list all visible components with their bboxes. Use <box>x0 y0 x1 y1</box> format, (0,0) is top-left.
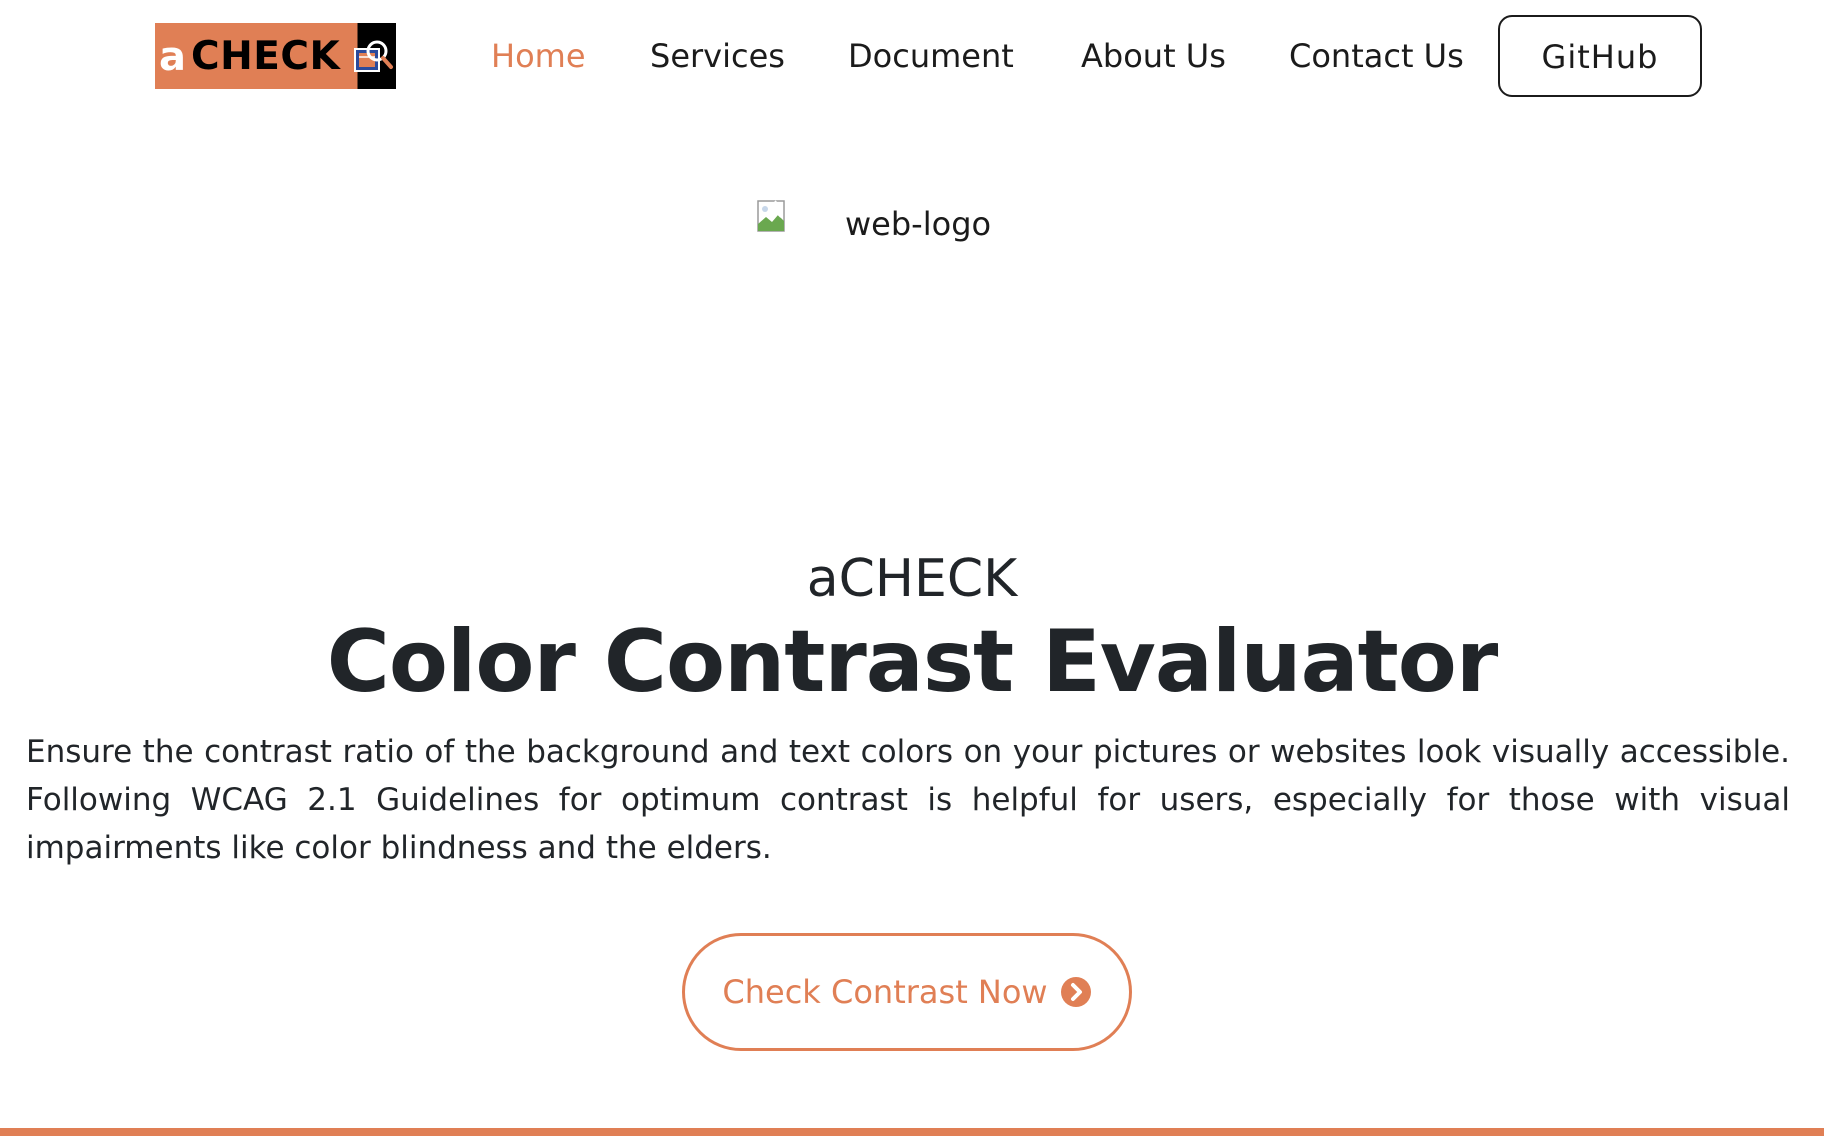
nav-item-home[interactable]: Home <box>491 34 586 78</box>
navbar: a CHECK Home Services Document About Us … <box>0 0 1824 112</box>
brand-logo[interactable]: a CHECK <box>155 23 396 89</box>
bottom-accent-bar <box>0 1128 1824 1136</box>
magnifier-window-icon <box>354 40 393 72</box>
broken-image-icon <box>757 200 785 232</box>
chevron-right-circle-icon <box>1060 977 1091 1007</box>
github-button[interactable]: GitHub <box>1498 15 1702 97</box>
check-contrast-button[interactable]: Check Contrast Now <box>682 933 1132 1051</box>
nav-item-services[interactable]: Services <box>650 34 785 78</box>
hero-description: Ensure the contrast ratio of the backgro… <box>26 734 1790 866</box>
hero-image-alt-text: web-logo <box>845 205 992 243</box>
nav-item-document[interactable]: Document <box>848 34 1014 78</box>
nav-item-about-us[interactable]: About Us <box>1081 34 1226 78</box>
page-title: Color Contrast Evaluator <box>326 612 1499 712</box>
hero-image: web-logo <box>757 200 1067 250</box>
brand-name: CHECK <box>191 34 341 79</box>
brand-prefix: a <box>159 34 186 80</box>
nav-item-contact-us[interactable]: Contact Us <box>1289 34 1464 78</box>
hero-subtitle: aCHECK <box>806 549 1018 609</box>
check-contrast-label: Check Contrast Now <box>722 973 1048 1011</box>
page: a CHECK Home Services Document About Us … <box>0 0 1824 1136</box>
